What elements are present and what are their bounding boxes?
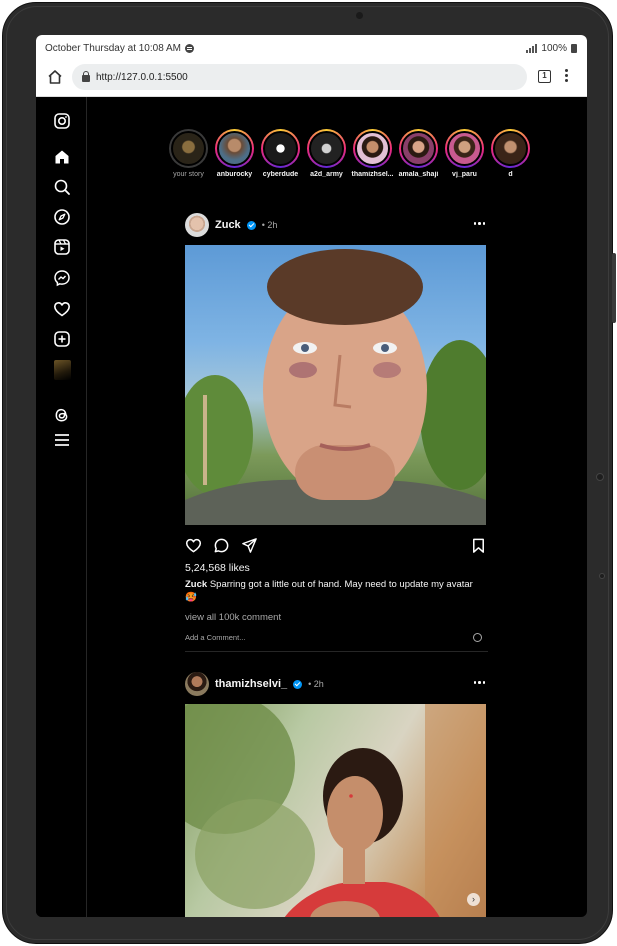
story-item[interactable]: amala_shaji (399, 129, 438, 183)
url-text: http://127.0.0.1:5500 (96, 71, 188, 83)
browser-toolbar: http://127.0.0.1:5500 1 (36, 59, 587, 97)
author-name[interactable]: Zuck (215, 219, 241, 231)
post-header: thamizhselvi_ • 2h (185, 671, 488, 697)
spotify-icon (185, 44, 195, 53)
story-avatar (401, 131, 436, 166)
reels-icon[interactable] (53, 238, 71, 256)
story-item[interactable]: anburocky (215, 129, 254, 183)
story-item[interactable]: your story (169, 129, 208, 183)
stories-bar: your story anburocky cyberdude a2d_army tham… (169, 129, 587, 183)
volume-button (612, 253, 616, 323)
verified-badge-icon (293, 679, 303, 689)
post-card: Zuck • 2h 5,24,568 likes Zuck Sparring g… (185, 212, 488, 652)
save-icon[interactable] (470, 537, 487, 554)
story-ring (491, 129, 530, 168)
hamburger-menu-icon[interactable] (53, 431, 71, 449)
caption-text: Sparring got a little out of hand. May n… (185, 579, 473, 603)
battery-percent: 100% (541, 43, 567, 54)
messenger-icon[interactable] (53, 269, 71, 287)
status-time: October Thursday at 10:08 AM (45, 43, 182, 54)
sensor-dot (596, 473, 604, 481)
story-ring (353, 129, 392, 168)
story-ring (169, 129, 208, 168)
post-photo-illustration (185, 704, 486, 917)
post-time: • 2h (308, 679, 324, 689)
story-name: a2d_army (310, 171, 343, 178)
story-name: vj_paru (452, 171, 477, 178)
post-time: • 2h (261, 220, 278, 230)
signal-icon (526, 44, 538, 53)
author-avatar[interactable] (185, 213, 209, 237)
heart-icon[interactable] (53, 300, 71, 318)
story-ring (307, 129, 346, 168)
home-icon[interactable] (46, 68, 64, 86)
story-avatar (493, 131, 528, 166)
post-image[interactable] (185, 245, 486, 525)
verified-badge-icon (246, 220, 256, 230)
story-ring (215, 129, 254, 168)
create-icon[interactable] (53, 330, 71, 348)
post-options-icon[interactable] (473, 681, 485, 684)
author-name[interactable]: thamizhselvi_ (215, 678, 287, 690)
story-item[interactable]: thamizhsel... (351, 129, 394, 183)
story-avatar (171, 131, 206, 166)
story-ring (261, 129, 300, 168)
post-photo-illustration (185, 249, 486, 525)
address-bar[interactable]: http://127.0.0.1:5500 (72, 64, 527, 90)
profile-avatar[interactable] (54, 360, 71, 380)
post-divider (185, 651, 488, 652)
story-avatar (447, 131, 482, 166)
explore-icon[interactable] (53, 208, 71, 226)
like-icon[interactable] (185, 537, 202, 554)
front-camera (356, 12, 363, 19)
caption-author[interactable]: Zuck (185, 579, 207, 590)
story-name: thamizhsel... (351, 171, 394, 178)
like-count: 5,24,568 likes (185, 562, 250, 574)
sensor-dot (599, 573, 605, 579)
story-name: anburocky (216, 171, 253, 178)
story-avatar (309, 131, 344, 166)
post-header: Zuck • 2h (185, 212, 488, 238)
story-name: amala_shaji (398, 171, 439, 178)
story-item[interactable]: cyberdude (261, 129, 300, 183)
status-bar: October Thursday at 10:08 AM 100% (36, 35, 587, 59)
story-ring (399, 129, 438, 168)
threads-icon[interactable] (53, 406, 71, 424)
browser-menu-button[interactable] (563, 69, 569, 85)
post-card: thamizhselvi_ • 2h › (185, 671, 488, 917)
story-ring (445, 129, 484, 168)
story-name: cyberdude (262, 171, 299, 178)
tab-switcher-button[interactable]: 1 (538, 70, 551, 83)
story-item[interactable]: vj_paru (445, 129, 484, 183)
tablet-frame: October Thursday at 10:08 AM 100% http:/… (2, 2, 616, 944)
share-icon[interactable] (241, 537, 258, 554)
post-caption: Zuck Sparring got a little out of hand. … (185, 578, 485, 604)
next-image-button[interactable]: › (467, 893, 480, 906)
view-comments-link[interactable]: view all 100k comment (185, 612, 488, 623)
post-actions (185, 530, 488, 560)
sidebar (36, 97, 87, 917)
story-item[interactable]: d (491, 129, 530, 183)
lock-icon (82, 70, 90, 82)
emoji-icon[interactable] (473, 633, 482, 642)
instagram-logo-icon[interactable] (53, 112, 71, 130)
story-avatar (355, 131, 390, 166)
post-options-icon[interactable] (473, 222, 485, 225)
comment-icon[interactable] (213, 537, 230, 554)
home-icon[interactable] (53, 148, 71, 166)
search-icon[interactable] (53, 178, 71, 196)
story-name: your story (173, 171, 204, 178)
battery-icon (571, 44, 577, 53)
story-name: d (508, 171, 513, 178)
screen: October Thursday at 10:08 AM 100% http:/… (36, 35, 587, 917)
add-comment-input[interactable]: Add a Comment... (185, 633, 488, 645)
story-item[interactable]: a2d_army (307, 129, 346, 183)
story-avatar (263, 131, 298, 166)
feed: your story anburocky cyberdude a2d_army tham… (87, 97, 587, 917)
author-avatar[interactable] (185, 672, 209, 696)
add-comment-placeholder: Add a Comment... (185, 633, 246, 642)
story-avatar (217, 131, 252, 166)
post-image[interactable]: › (185, 704, 486, 917)
